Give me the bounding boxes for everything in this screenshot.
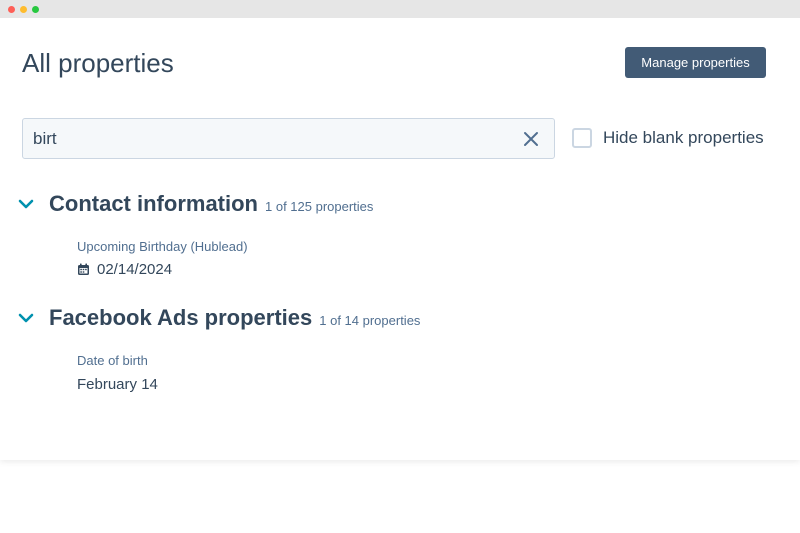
- close-icon[interactable]: [522, 130, 540, 148]
- maximize-window-button[interactable]: [32, 5, 39, 13]
- property-value-text: February 14: [77, 376, 158, 393]
- search-input[interactable]: [33, 119, 513, 158]
- calendar-icon: [78, 263, 89, 275]
- chevron-down-icon[interactable]: [18, 198, 34, 210]
- section-header-facebook-ads-properties[interactable]: Facebook Ads properties 1 of 14 properti…: [18, 305, 420, 331]
- property-value-text: 02/14/2024: [97, 261, 173, 278]
- property-label: Upcoming Birthday (Hublead): [77, 239, 248, 254]
- app-window: All properties Manage properties Hide bl…: [0, 0, 800, 460]
- property-label: Date of birth: [77, 353, 148, 368]
- section-title: Facebook Ads properties: [49, 305, 313, 330]
- section-count: 1 of 125 properties: [265, 199, 374, 214]
- section-count: 1 of 14 properties: [319, 313, 421, 328]
- property-value[interactable]: February 14: [77, 376, 158, 393]
- minimize-window-button[interactable]: [20, 5, 27, 13]
- close-window-button[interactable]: [8, 5, 15, 13]
- section-header-contact-information[interactable]: Contact information 1 of 125 properties: [18, 191, 373, 217]
- page-title: All properties: [22, 48, 174, 78]
- search-field[interactable]: [22, 118, 555, 159]
- manage-properties-button[interactable]: Manage properties: [625, 47, 766, 78]
- chevron-down-icon[interactable]: [18, 312, 34, 324]
- hide-blank-label: Hide blank properties: [603, 128, 764, 147]
- hide-blank-toggle[interactable]: Hide blank properties: [572, 128, 764, 148]
- hide-blank-checkbox[interactable]: [572, 128, 592, 148]
- section-title: Contact information: [49, 191, 258, 216]
- window-titlebar: [0, 0, 800, 18]
- property-value[interactable]: 02/14/2024: [77, 261, 172, 278]
